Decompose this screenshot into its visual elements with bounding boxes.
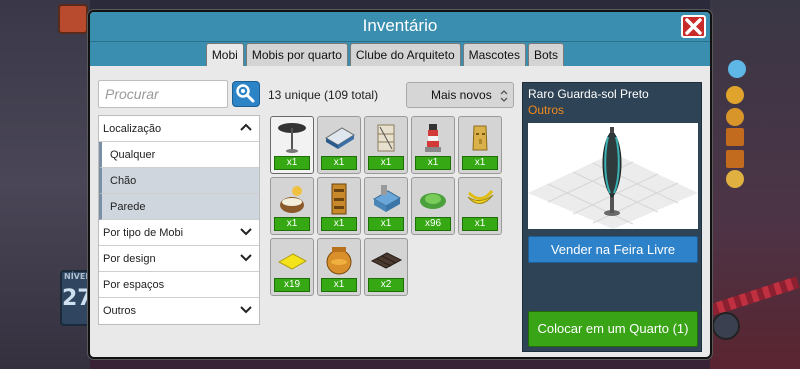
star-icon bbox=[726, 170, 744, 188]
tab-bar: Mobi Mobis por quarto Clube do Arquiteto… bbox=[90, 42, 710, 66]
dark-tile-icon bbox=[370, 252, 403, 269]
filter-by-design-label: Por design bbox=[103, 253, 156, 265]
fish-tank-icon bbox=[373, 185, 401, 212]
item-detail-panel: Raro Guarda-sol Preto Outros Vender na F… bbox=[522, 82, 702, 352]
search-input[interactable]: Procurar bbox=[98, 80, 228, 108]
filter-by-design[interactable]: Por design bbox=[99, 246, 259, 272]
settings-gear-icon[interactable] bbox=[712, 312, 740, 340]
currency-duckets-icon bbox=[726, 108, 744, 126]
tiki-totem-icon bbox=[331, 183, 347, 215]
selected-item-category: Outros bbox=[528, 103, 565, 117]
filter-option-any[interactable]: Qualquer bbox=[99, 142, 259, 168]
item-tile[interactable]: x1 bbox=[364, 116, 408, 174]
filter-by-type[interactable]: Por tipo de Mobi bbox=[99, 220, 259, 246]
filter-option-floor[interactable]: Chão bbox=[99, 168, 259, 194]
statue-head-icon bbox=[472, 125, 488, 151]
bed-icon bbox=[325, 127, 355, 149]
room-preview-icon bbox=[528, 123, 698, 229]
chevron-down-icon bbox=[240, 228, 252, 236]
tab-bots[interactable]: Bots bbox=[527, 43, 564, 66]
item-tile[interactable]: x2 bbox=[364, 238, 408, 296]
place-in-room-button[interactable]: Colocar em um Quarto (1) bbox=[528, 311, 698, 347]
filter-by-spaces-label: Por espaços bbox=[103, 279, 165, 291]
chevron-down-icon bbox=[240, 254, 252, 262]
item-quantity: x1 bbox=[415, 156, 451, 170]
filter-location-label: Localização bbox=[103, 123, 162, 135]
item-tile[interactable]: x1 bbox=[270, 177, 314, 235]
item-tile[interactable]: x1 bbox=[411, 116, 455, 174]
item-tile[interactable]: x1 bbox=[270, 116, 314, 174]
filter-others[interactable]: Outros bbox=[99, 298, 259, 324]
sort-select-value: Mais novos bbox=[431, 88, 492, 102]
item-preview bbox=[528, 123, 698, 229]
item-tile[interactable]: x1 bbox=[458, 116, 502, 174]
search-icon bbox=[236, 84, 255, 103]
hotel-menu-icon[interactable] bbox=[58, 4, 88, 34]
item-quantity: x1 bbox=[321, 278, 357, 292]
item-quantity: x19 bbox=[274, 278, 310, 292]
sort-select[interactable]: Mais novos bbox=[406, 82, 514, 108]
inventory-count: 13 unique (109 total) bbox=[268, 88, 379, 102]
sort-arrows-icon bbox=[500, 90, 508, 102]
item-quantity: x1 bbox=[274, 217, 310, 231]
item-tile[interactable]: x1 bbox=[317, 177, 361, 235]
item-tile[interactable]: x96 bbox=[411, 177, 455, 235]
item-tile[interactable]: x1 bbox=[317, 116, 361, 174]
filter-others-label: Outros bbox=[103, 305, 137, 317]
item-quantity: x1 bbox=[368, 156, 404, 170]
tab-mobi[interactable]: Mobi bbox=[205, 43, 244, 66]
item-quantity: x2 bbox=[368, 278, 404, 292]
item-quantity: x1 bbox=[462, 217, 498, 231]
tab-clube-do-arquiteto[interactable]: Clube do Arquiteto bbox=[349, 43, 461, 66]
item-quantity: x1 bbox=[321, 217, 357, 231]
item-tile[interactable]: x19 bbox=[270, 238, 314, 296]
item-quantity: x1 bbox=[321, 156, 357, 170]
selected-item-name: Raro Guarda-sol Preto bbox=[528, 87, 649, 101]
banana-icon bbox=[467, 190, 494, 204]
close-button[interactable] bbox=[681, 15, 706, 38]
level-badge-label: NÍVEL bbox=[64, 272, 91, 281]
yellow-tile-icon bbox=[277, 253, 308, 270]
tab-mobis-por-quarto[interactable]: Mobis por quarto bbox=[245, 43, 348, 66]
parasol-icon bbox=[278, 123, 306, 153]
lettuce-icon bbox=[420, 193, 446, 209]
filter-option-wall[interactable]: Parede bbox=[99, 194, 259, 220]
item-quantity: x1 bbox=[274, 156, 310, 170]
honey-pot-icon bbox=[326, 247, 352, 275]
item-tile[interactable]: x1 bbox=[458, 177, 502, 235]
tab-mascotes[interactable]: Mascotes bbox=[462, 43, 526, 66]
window-title: Inventário bbox=[362, 16, 438, 35]
coconut-drink-icon bbox=[280, 186, 304, 213]
search-button[interactable] bbox=[232, 81, 260, 107]
filter-by-spaces[interactable]: Por espaços bbox=[99, 272, 259, 298]
filter-panel: Localização Qualquer Chão Parede Por tip… bbox=[98, 115, 260, 325]
currency-diamond-icon bbox=[728, 60, 746, 78]
item-tile[interactable]: x1 bbox=[317, 238, 361, 296]
inventory-window: Inventário Mobi Mobis por quarto Clube d… bbox=[88, 10, 712, 359]
close-icon bbox=[685, 18, 702, 35]
lighthouse-icon bbox=[425, 124, 441, 152]
item-quantity: x1 bbox=[462, 156, 498, 170]
item-tile[interactable]: x1 bbox=[364, 177, 408, 235]
currency-coin-icon bbox=[726, 86, 744, 104]
item-quantity: x96 bbox=[415, 217, 451, 231]
filter-by-type-label: Por tipo de Mobi bbox=[103, 227, 184, 239]
chevron-up-icon bbox=[240, 123, 252, 131]
title-bar[interactable]: Inventário bbox=[90, 12, 710, 42]
shelf-icon bbox=[377, 124, 395, 152]
filter-location[interactable]: Localização bbox=[99, 116, 259, 142]
item-quantity: x1 bbox=[368, 217, 404, 231]
pattern-icon bbox=[726, 128, 744, 146]
pattern-icon bbox=[726, 150, 744, 168]
chevron-down-icon bbox=[240, 306, 252, 314]
sell-button[interactable]: Vender na Feira Livre bbox=[528, 236, 698, 263]
